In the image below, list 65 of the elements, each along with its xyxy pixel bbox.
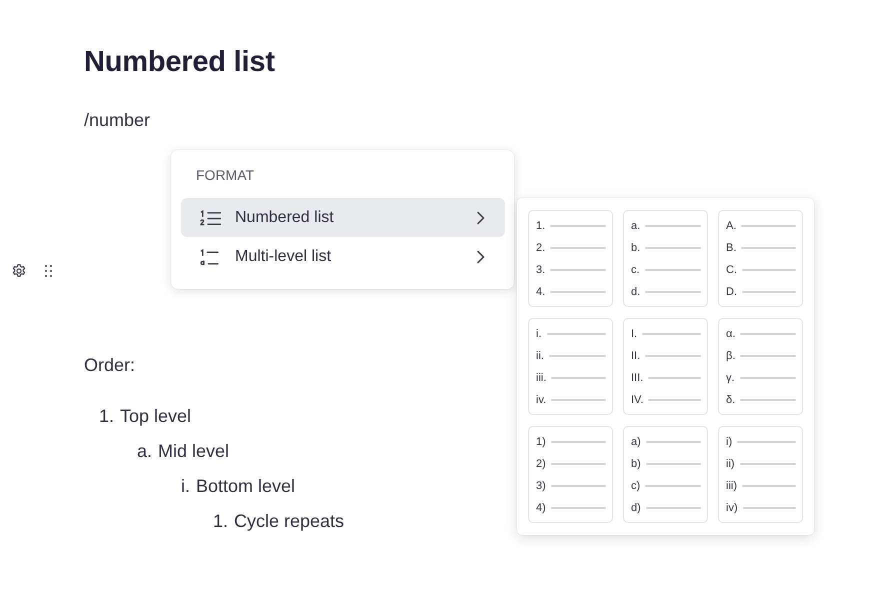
line-icon: [742, 507, 796, 509]
line-icon: [740, 355, 796, 357]
list-item-text: Mid level: [158, 440, 230, 463]
list-marker: 1.: [212, 510, 228, 533]
line-icon: [648, 399, 701, 401]
menu-item[interactable]: Multi-level list: [181, 237, 505, 276]
settings-icon[interactable]: [11, 263, 27, 279]
multilevel-list-icon: [199, 246, 221, 266]
line-icon: [546, 333, 606, 335]
line-icon: [550, 507, 606, 509]
line-icon: [551, 399, 606, 401]
line-icon: [550, 247, 606, 249]
list-style-option[interactable]: a. b. c. d.: [623, 210, 708, 307]
list-item-text: Cycle repeats: [234, 510, 344, 533]
line-icon: [740, 377, 796, 379]
line-icon: [645, 225, 701, 227]
chevron-right-icon: [476, 210, 485, 224]
line-icon: [646, 441, 701, 443]
line-icon: [550, 291, 606, 293]
list-style-option[interactable]: a) b) c) d): [623, 426, 708, 523]
list-style-option[interactable]: 1. 2. 3. 4.: [528, 210, 613, 307]
list-item-text: Top level: [120, 405, 192, 428]
list-style-option[interactable]: I. II. III. IV.: [623, 318, 708, 415]
list-item-text: Bottom level: [196, 475, 296, 498]
list-marker: 1.: [98, 405, 114, 428]
line-icon: [740, 399, 796, 401]
line-icon: [550, 485, 606, 487]
list-style-option[interactable]: i. ii. iii. iv.: [528, 318, 613, 415]
line-icon: [742, 269, 796, 271]
line-icon: [737, 441, 796, 443]
line-icon: [646, 463, 701, 465]
chevron-right-icon: [476, 250, 485, 264]
list-marker: i.: [180, 475, 190, 498]
line-icon: [646, 507, 701, 509]
line-icon: [645, 291, 701, 293]
line-icon: [648, 377, 701, 379]
line-icon: [741, 225, 796, 227]
list-style-option[interactable]: A. B. C. D.: [718, 210, 803, 307]
line-icon: [550, 225, 606, 227]
line-icon: [550, 463, 606, 465]
line-icon: [644, 269, 701, 271]
section-heading: FORMAT: [195, 166, 256, 185]
line-icon: [645, 485, 701, 487]
drag-handle-icon[interactable]: [45, 265, 52, 277]
line-icon: [548, 355, 606, 357]
line-icon: [740, 333, 796, 335]
list-marker: a.: [136, 440, 152, 463]
line-icon: [645, 247, 701, 249]
paragraph-text: Order:: [84, 354, 136, 377]
line-icon: [741, 247, 796, 249]
page-title: Numbered list: [84, 45, 275, 80]
list-style-option[interactable]: i) ii) iii) iv): [718, 426, 803, 523]
numbered-list-icon: [199, 208, 221, 228]
line-icon: [642, 333, 701, 335]
line-icon: [551, 377, 606, 379]
slash-command-text: /number: [84, 109, 150, 132]
menu-item[interactable]: Numbered list: [181, 198, 505, 237]
list-style-option[interactable]: 1) 2) 3) 4): [528, 426, 613, 523]
line-icon: [740, 463, 796, 465]
line-icon: [742, 291, 796, 293]
line-icon: [550, 269, 606, 271]
list-style-option[interactable]: α. β. γ. δ.: [718, 318, 803, 415]
line-icon: [550, 441, 606, 443]
line-icon: [645, 355, 701, 357]
line-icon: [742, 485, 796, 487]
